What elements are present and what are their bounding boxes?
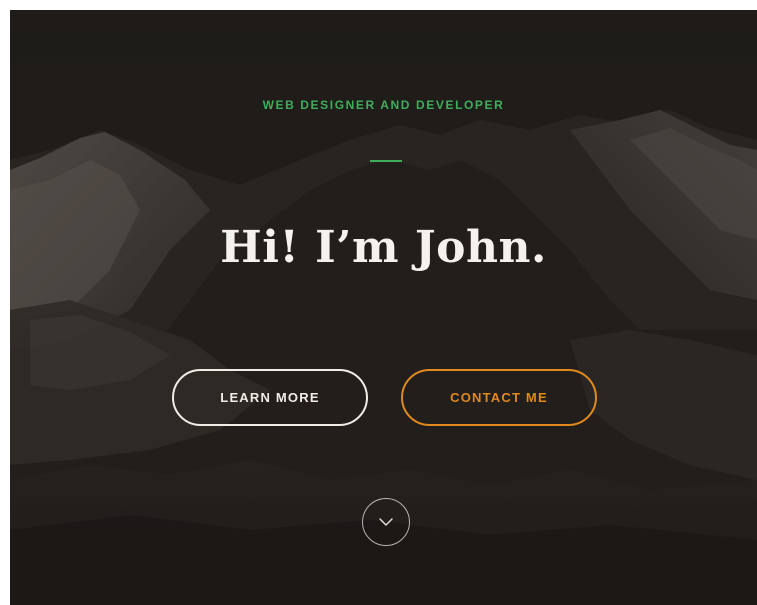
learn-more-button[interactable]: LEARN MORE — [172, 369, 368, 426]
learn-more-label: LEARN MORE — [220, 390, 320, 405]
contact-me-label: CONTACT ME — [450, 390, 548, 405]
page-title: Hi! I’m John. — [220, 222, 547, 273]
divider — [370, 160, 402, 162]
scroll-down-button[interactable] — [362, 498, 410, 546]
contact-me-button[interactable]: CONTACT ME — [401, 369, 597, 426]
hero-section: WEB DESIGNER AND DEVELOPER Hi! I’m John.… — [10, 10, 757, 605]
tagline: WEB DESIGNER AND DEVELOPER — [262, 98, 505, 112]
chevron-down-icon — [379, 518, 393, 526]
